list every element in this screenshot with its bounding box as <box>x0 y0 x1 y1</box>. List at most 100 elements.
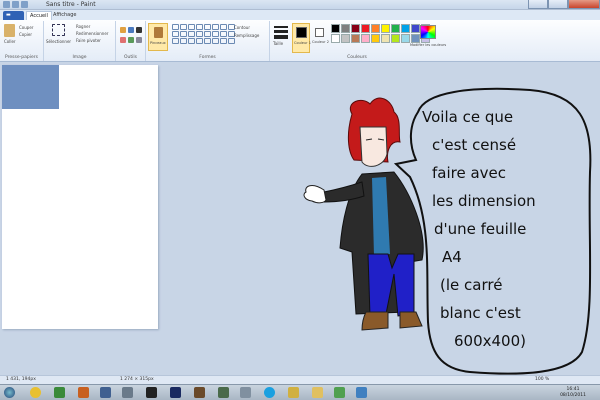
chrome-icon[interactable] <box>30 387 41 398</box>
drawing-canvas[interactable] <box>2 65 158 329</box>
pencil-icon[interactable] <box>120 27 126 33</box>
color-swatch[interactable] <box>341 24 350 33</box>
resize-button[interactable]: Redimensionner <box>76 31 108 36</box>
select-icon[interactable] <box>52 24 65 36</box>
quick-access-toolbar[interactable] <box>3 1 39 9</box>
game2-icon[interactable] <box>218 387 229 398</box>
app6-icon[interactable] <box>334 387 345 398</box>
skype-icon[interactable] <box>264 387 275 398</box>
close-button[interactable] <box>568 0 600 9</box>
app4-icon[interactable] <box>240 387 251 398</box>
save-icon[interactable] <box>3 1 10 8</box>
cursor-position: 1 431, 194px <box>6 377 36 382</box>
undo-icon[interactable] <box>12 1 19 8</box>
color2-label: Couleur 2 <box>312 40 329 44</box>
color1-button[interactable]: Couleur 1 <box>292 23 311 53</box>
color-swatch[interactable] <box>331 24 340 33</box>
minimize-button[interactable] <box>528 0 548 9</box>
speech-text: Voila ce que c'est censé faire avec les dim… <box>422 108 536 350</box>
color-swatch[interactable] <box>371 24 380 33</box>
color-swatch[interactable] <box>381 24 390 33</box>
color-picker-icon[interactable] <box>128 37 134 43</box>
copy-button[interactable]: Copier <box>19 32 32 37</box>
right-shoe <box>399 311 423 329</box>
color-swatch[interactable] <box>371 34 380 43</box>
app-icon[interactable] <box>78 387 89 398</box>
workspace[interactable]: Voila ce que c'est censé faire avec les dim… <box>0 62 600 375</box>
brushes-button[interactable]: Pinceaux <box>148 23 168 51</box>
text-icon[interactable] <box>136 27 142 33</box>
left-shoe <box>361 311 389 331</box>
magnifier-icon[interactable] <box>136 37 142 43</box>
color-swatch[interactable] <box>401 24 410 33</box>
edit-colors-button[interactable]: Modifier les couleurs <box>410 43 446 47</box>
status-bar: 1 431, 194px 1 274 × 315px 100 % <box>0 375 600 384</box>
group-colors: Taille Couleur 1 Couleur 2 Modifier les … <box>270 21 446 61</box>
speech-line: c'est censé <box>432 136 516 154</box>
cut-button[interactable]: Couper <box>19 25 33 30</box>
shapes-gallery[interactable] <box>172 24 235 44</box>
eraser-icon[interactable] <box>120 37 126 43</box>
clock[interactable]: 16:41 08/10/2011 <box>560 387 586 398</box>
group-label-colors: Couleurs <box>347 55 367 60</box>
color-swatch[interactable] <box>361 34 370 43</box>
ribbon-tabs: ▬ Accueil Affichage <box>0 10 600 20</box>
game-icon[interactable] <box>194 387 205 398</box>
crop-button[interactable]: Rogner <box>76 24 90 29</box>
color-swatch[interactable] <box>401 34 410 43</box>
explorer-icon[interactable] <box>100 387 111 398</box>
paste-icon[interactable] <box>4 24 15 37</box>
app2-icon[interactable] <box>122 387 133 398</box>
color-swatch[interactable] <box>331 34 340 43</box>
color-swatch[interactable] <box>351 34 360 43</box>
color-swatch[interactable] <box>391 24 400 33</box>
maximize-button[interactable] <box>548 0 568 9</box>
size-button[interactable]: Taille <box>272 23 290 51</box>
start-button[interactable] <box>4 387 15 398</box>
color-palette[interactable] <box>331 24 430 43</box>
tab-view[interactable]: Affichage <box>50 11 80 20</box>
edit-colors-icon[interactable] <box>420 25 436 39</box>
color-swatch[interactable] <box>411 34 420 43</box>
color2-swatch <box>315 28 324 37</box>
group-label-clipboard: Presse-papiers <box>5 55 38 60</box>
group-label-image: Image <box>72 55 87 60</box>
color-swatch[interactable] <box>411 24 420 33</box>
selection-rectangle[interactable] <box>2 65 59 109</box>
group-label-tools: Outils <box>123 55 137 60</box>
drawing-artwork: Voila ce que c'est censé faire avec les dim… <box>303 87 592 375</box>
selection-size: 1 274 × 315px <box>120 377 154 382</box>
app5-icon[interactable] <box>288 387 299 398</box>
face <box>359 126 388 167</box>
clock-date: 08/10/2011 <box>560 392 586 398</box>
fill-icon[interactable] <box>128 27 134 33</box>
color2-button[interactable]: Couleur 2 <box>312 23 329 53</box>
brush-icon <box>154 27 163 38</box>
folder-icon[interactable] <box>312 387 323 398</box>
speech-line: les dimension <box>432 192 536 210</box>
redo-icon[interactable] <box>21 1 28 8</box>
color-swatch[interactable] <box>341 34 350 43</box>
color-swatch[interactable] <box>381 34 390 43</box>
group-shapes: Pinceaux Contour Remplissage Formes <box>146 21 270 61</box>
zoom-level: 100 % <box>535 377 550 382</box>
minecraft-icon[interactable] <box>54 387 65 398</box>
fill-button[interactable]: Remplissage <box>234 33 259 38</box>
tab-home[interactable]: Accueil <box>26 11 52 20</box>
tab-file[interactable]: ▬ <box>3 11 24 20</box>
select-button[interactable]: Sélectionner <box>46 39 71 44</box>
color-swatch[interactable] <box>361 24 370 33</box>
speech-line: (le carré <box>440 276 502 294</box>
color-swatch[interactable] <box>391 34 400 43</box>
speech-line: 600x400) <box>454 332 526 350</box>
taskbar: 16:41 08/10/2011 <box>0 384 600 400</box>
rotate-button[interactable]: Faire pivoter <box>76 38 101 43</box>
paste-button[interactable]: Coller <box>4 39 16 44</box>
paint-taskbar-icon[interactable] <box>356 387 367 398</box>
app3-icon[interactable] <box>146 387 157 398</box>
speech-line: faire avec <box>432 164 506 182</box>
outline-button[interactable]: Contour <box>234 25 250 30</box>
color-swatch[interactable] <box>351 24 360 33</box>
group-clipboard: Coller Couper Copier Presse-papiers <box>0 21 44 61</box>
photoshop-icon[interactable] <box>170 387 181 398</box>
